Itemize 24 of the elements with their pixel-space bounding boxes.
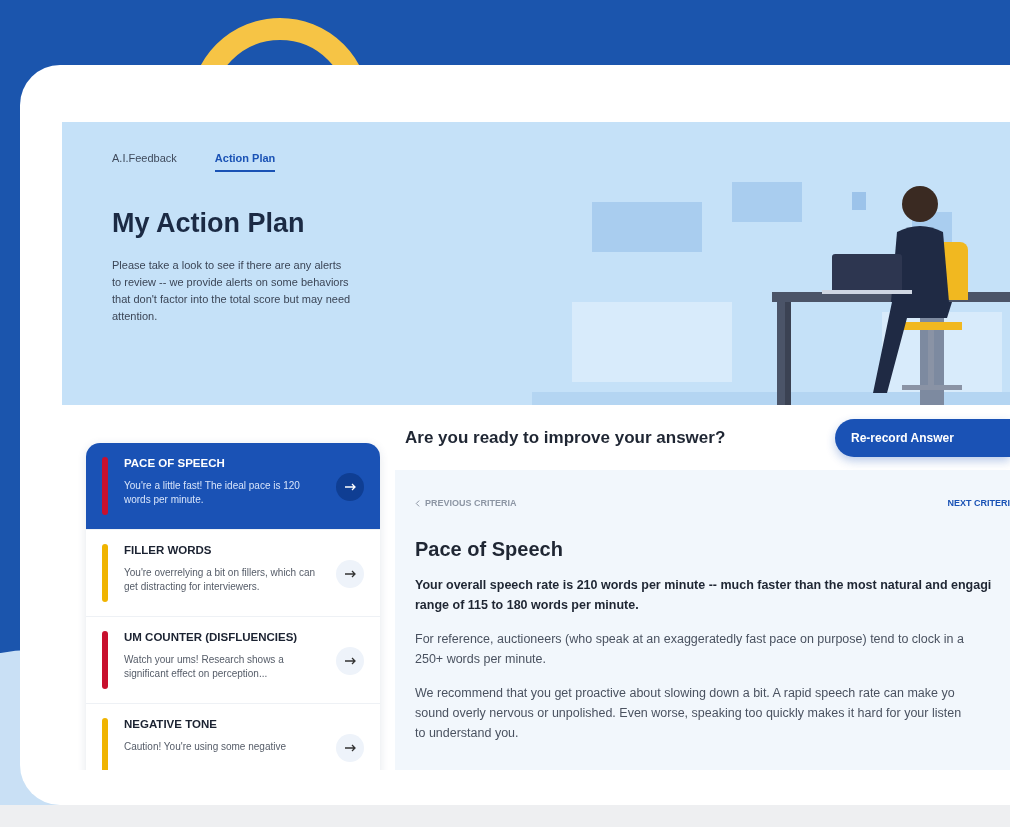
criteria-item[interactable]: PACE OF SPEECH You're a little fast! The ideal pace is 120 words per minute. [86,443,380,530]
re-record-button[interactable]: Re-record Answer [835,418,1010,457]
chevron-left-icon [415,499,420,507]
tab[interactable]: Action Plan [214,152,276,172]
prompt-heading: Are you ready to improve your answer? [405,427,726,448]
section-title: Pace of Speech [415,538,564,561]
criteria-description: Caution! You're using some negative [124,740,288,754]
criteria-title: PACE OF SPEECH [124,457,226,469]
criteria-item[interactable]: UM COUNTER (DISFLUENCIES) Watch your ums! Research shows a significant effect on perception... [86,617,380,704]
paragraph: Your overall speech rate is 210 words per minute -- much faster than the most natural and engagi range of 115 to 180 words per minute. [415,577,993,614]
tab[interactable]: A.I.Feedback [112,152,177,172]
paragraph: We recommend that you get proactive about slowing down a bit. A rapid speech rate can make yo sound overly nervous or unpolished. Even worse, speaking too quickly makes it hard for your listen to understand you. [415,685,963,742]
paragraph: For reference, auctioneers (who speak at an exaggeratedly fast pace on purpose) tend to clock in a 250+ words per minute. [415,631,965,668]
criteria-title: FILLER WORDS [124,544,213,556]
criteria-description: You're overrelying a bit on fillers, which can get distracting for interviewers. [124,566,317,594]
criteria-description: Watch your ums! Research shows a significant effect on perception... [124,653,285,681]
page-title: My Action Plan [112,208,306,239]
criteria-description: You're a little fast! The ideal pace is 120 words per minute. [124,479,301,507]
criteria-title: NEGATIVE TONE [124,718,218,730]
next-link[interactable]: NEXT CRITERI [947,498,1010,508]
criteria-item[interactable]: NEGATIVE TONE Caution! You're using some negative [86,704,380,770]
criteria-title: UM COUNTER (DISFLUENCIES) [124,631,299,643]
intro-text: Please take a look to see if there are any alerts to review -- we provide alerts on some behaviors that don't factor into the total score but may need attention. [112,258,352,324]
criteria-item[interactable]: FILLER WORDS You're overrelying a bit on fillers, which can get distracting for interviewers. [86,530,380,617]
